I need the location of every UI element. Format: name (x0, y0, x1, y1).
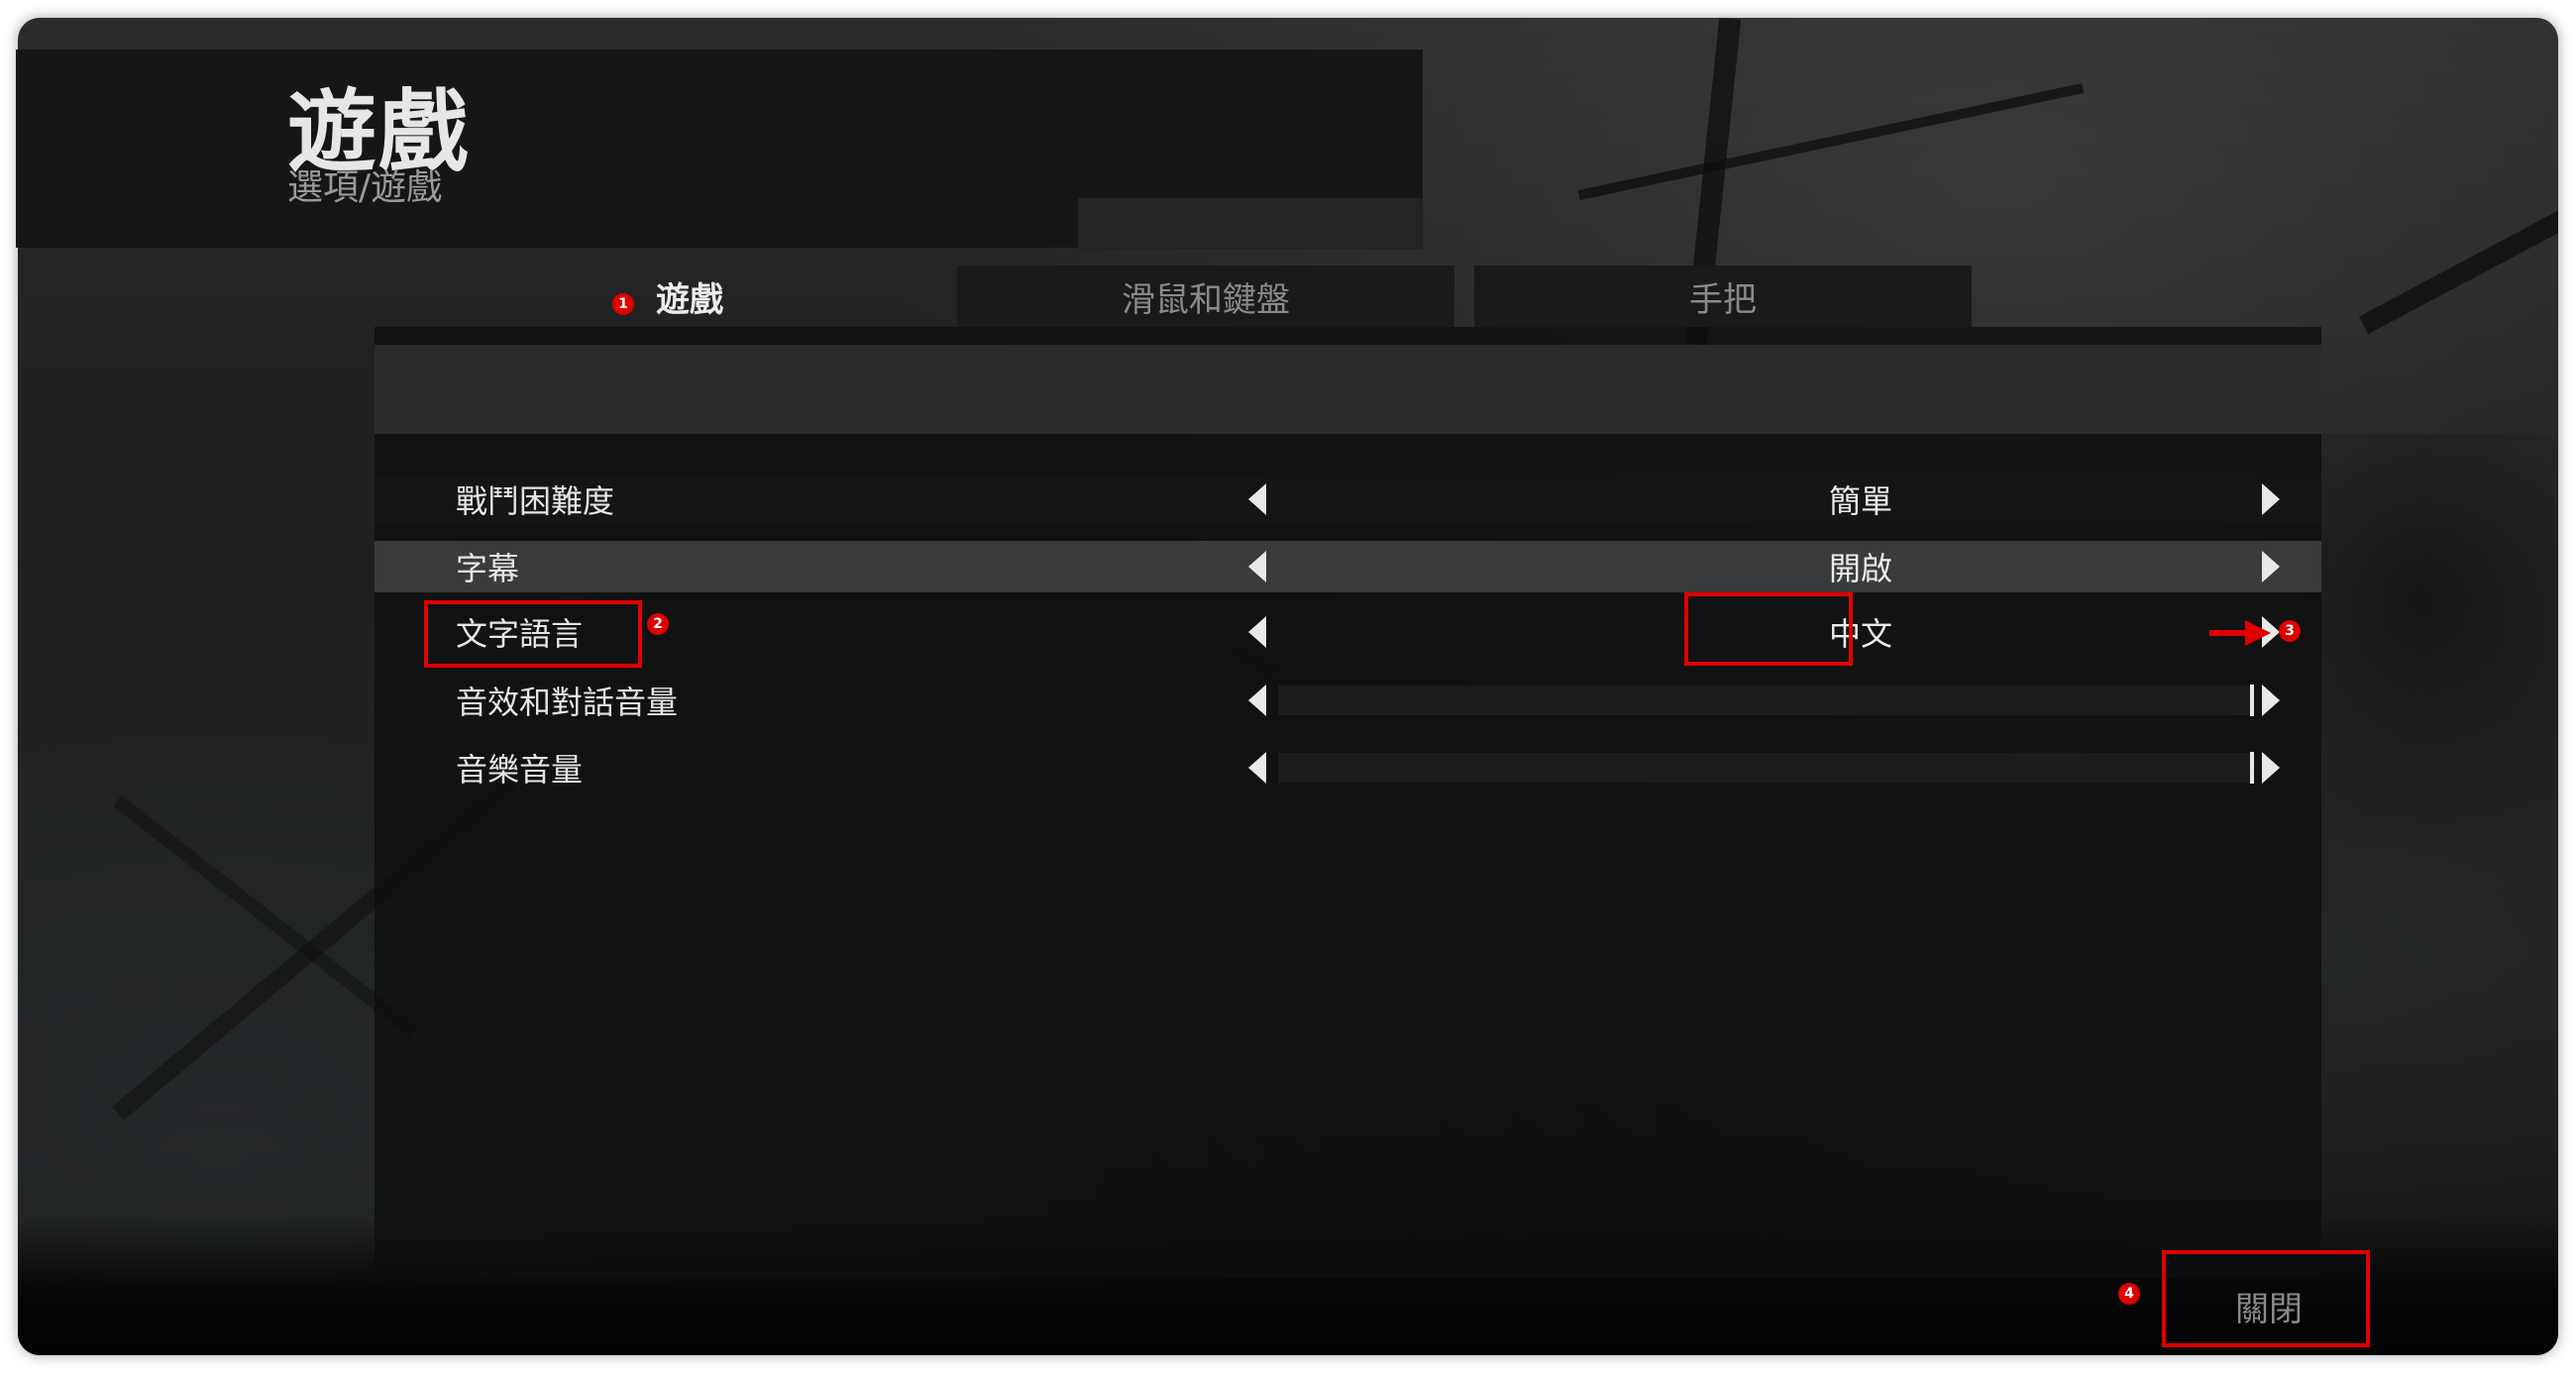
annotation-badge: 2 (647, 613, 669, 635)
annotation-badge: 1 (612, 293, 634, 315)
annotation-arrow (2209, 630, 2247, 636)
setting-value: 開啟 (1828, 550, 1892, 587)
arrow-left-icon[interactable] (1248, 752, 1266, 784)
annotation-box (2162, 1250, 2370, 1347)
tab-controller[interactable]: 手把 (1474, 265, 1972, 327)
annotation-box (1684, 592, 1853, 666)
setting-row-sfx-dialogue-volume: 音效和對話音量 (375, 675, 2321, 726)
breadcrumb: 選項/遊戲 (287, 167, 443, 208)
slider-handle[interactable] (2250, 685, 2254, 716)
settings-panel (375, 327, 2321, 1278)
setting-row-subtitles: 字幕 開啟 (375, 541, 2321, 592)
tab-game[interactable]: 遊戲 (441, 265, 938, 327)
setting-row-text-language: 文字語言 中文 (375, 606, 2321, 658)
arrow-left-icon[interactable] (1248, 483, 1266, 515)
annotation-arrow-icon (2245, 620, 2271, 646)
setting-value: 簡單 (1828, 482, 1892, 520)
annotation-box (424, 600, 642, 668)
slider-handle[interactable] (2250, 752, 2254, 784)
ship-bowsprit-silhouette (2358, 176, 2558, 335)
arrow-left-icon[interactable] (1248, 685, 1266, 716)
setting-row-music-volume: 音樂音量 (375, 742, 2321, 793)
settings-panel-header (375, 345, 2321, 434)
arrow-right-icon[interactable] (2262, 551, 2280, 582)
setting-label: 字幕 (456, 550, 520, 587)
annotation-badge: 4 (2118, 1283, 2140, 1305)
arrow-right-icon[interactable] (2262, 685, 2280, 716)
annotation-badge: 3 (2279, 620, 2301, 642)
arrow-left-icon[interactable] (1248, 551, 1266, 582)
arrow-right-icon[interactable] (2262, 483, 2280, 515)
arrow-right-icon[interactable] (2262, 752, 2280, 784)
volume-slider[interactable] (1278, 686, 2254, 715)
setting-label: 音效和對話音量 (456, 684, 679, 721)
setting-row-combat-difficulty: 戰鬥困難度 簡單 (375, 474, 2321, 525)
arrow-left-icon[interactable] (1248, 616, 1266, 648)
wreck-beam-silhouette (112, 794, 419, 1038)
header-panel (16, 50, 1423, 250)
setting-label: 音樂音量 (456, 751, 584, 789)
volume-slider[interactable] (1278, 753, 2254, 783)
ship-yard-silhouette (1577, 83, 2085, 200)
setting-label: 戰鬥困難度 (456, 482, 615, 520)
tab-mouse-keyboard[interactable]: 滑鼠和鍵盤 (957, 265, 1454, 327)
